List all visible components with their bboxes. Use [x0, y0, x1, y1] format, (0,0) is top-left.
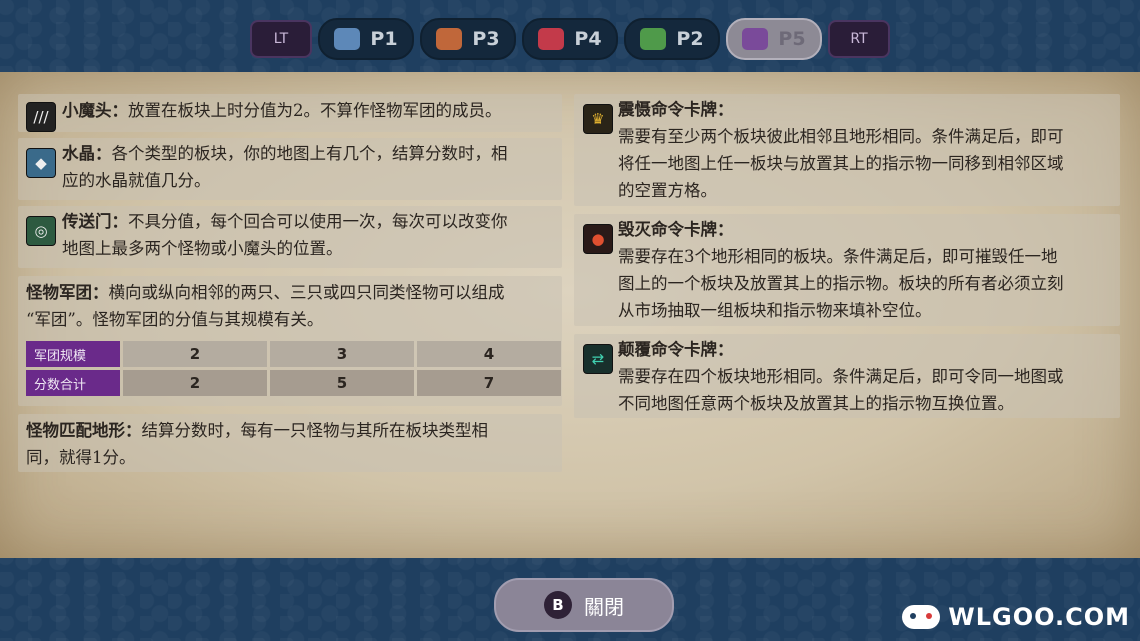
- imp-text: 放置在板块上时分值为2。不算作怪物军团的成员。: [128, 101, 502, 120]
- awe-line: 需要有至少两个板块彼此相邻且地形相同。条件满足后，即可: [618, 127, 1064, 146]
- terrain-text: 结算分数时，每有一只怪物与其所在板块类型相: [141, 421, 489, 440]
- gamepad-icon: [902, 605, 941, 629]
- close-button[interactable]: B 關閉: [494, 578, 674, 632]
- rt-button[interactable]: RT: [828, 20, 890, 58]
- imp-entry: 小魔头：放置在板块上时分值为2。不算作怪物军团的成员。: [62, 97, 502, 124]
- tab-label: P2: [676, 28, 704, 50]
- crystal-text2: 应的水晶就值几分。: [62, 171, 211, 190]
- crystal-text: 各个类型的板块，你的地图上有几个，结算分数时，相: [111, 144, 508, 163]
- site-watermark: WLGOO.COM: [902, 603, 1130, 631]
- lt-button[interactable]: LT: [250, 20, 312, 58]
- tab-p3[interactable]: P3: [420, 18, 516, 60]
- portal-icon: ◎: [26, 216, 56, 246]
- beast-icon: [436, 28, 463, 50]
- subvert-line: 不同地图任意两个板块及放置其上的指示物互换位置。: [618, 394, 1014, 413]
- tab-label: P1: [370, 28, 398, 50]
- imp-title: 小魔头：: [62, 101, 128, 120]
- tab-p5[interactable]: P5: [726, 18, 822, 60]
- awe-line: 将任一地图上任一板块与放置其上的指示物一同移到相邻区域: [618, 154, 1064, 173]
- goblin-icon: [640, 28, 667, 50]
- subvert-line: 需要存在四个板块地形相同。条件满足后，即可令同一地图或: [618, 367, 1064, 386]
- destroy-title: 毁灭命令卡牌：: [618, 220, 734, 239]
- bomb-icon: ●: [583, 224, 613, 254]
- legion-size-cell: 2: [123, 341, 267, 367]
- destroy-line: 需要存在3个地形相同的板块。条件满足后，即可摧毁任一地: [618, 247, 1058, 266]
- legion-size-row: 军团规模 2 3 4: [26, 341, 561, 367]
- portal-entry: 传送门：不具分值，每个回合可以使用一次，每次可以改变你 地图上最多两个怪物或小魔…: [62, 208, 562, 262]
- swap-icon: ⇄: [583, 344, 613, 374]
- player-tab-bar: LT P1 P3 P4 P2 P5 RT: [0, 18, 1140, 60]
- bat-icon: [742, 28, 769, 50]
- legion-score-header: 分数合计: [26, 370, 120, 396]
- tab-p4[interactable]: P4: [522, 18, 618, 60]
- tab-p2[interactable]: P2: [624, 18, 720, 60]
- legion-score-cell: 5: [270, 370, 414, 396]
- destroy-entry: 毁灭命令卡牌： 需要存在3个地形相同的板块。条件满足后，即可摧毁任一地 图上的一…: [618, 216, 1118, 324]
- legion-text2: “军团”。怪物军团的分值与其规模有关。: [26, 310, 324, 329]
- destroy-line: 图上的一个板块及放置其上的指示物。板块的所有者必须立刻: [618, 274, 1064, 293]
- pig-icon: [538, 28, 565, 50]
- legion-size-cell: 3: [270, 341, 414, 367]
- terrain-title: 怪物匹配地形：: [26, 421, 142, 440]
- tab-label: P4: [574, 28, 602, 50]
- close-label: 關閉: [584, 594, 624, 619]
- legion-size-header: 军团规模: [26, 341, 120, 367]
- horned-helmet-icon: ♛: [583, 104, 613, 134]
- crystal-entry: 水晶：各个类型的板块，你的地图上有几个，结算分数时，相 应的水晶就值几分。: [62, 140, 562, 194]
- crystal-title: 水晶：: [62, 144, 112, 163]
- awe-title: 震慑命令卡牌：: [618, 100, 734, 119]
- terrain-text2: 同，就得1分。: [26, 448, 136, 467]
- watermark-text: WLGOO.COM: [948, 603, 1130, 631]
- legion-text: 横向或纵向相邻的两只、三只或四只同类怪物可以组成: [108, 283, 505, 302]
- tab-label: P5: [778, 28, 806, 50]
- legion-score-cell: 7: [417, 370, 561, 396]
- imp-claw-icon: ///: [26, 102, 56, 132]
- subvert-title: 颠覆命令卡牌：: [618, 340, 734, 359]
- awe-entry: 震慑命令卡牌： 需要有至少两个板块彼此相邻且地形相同。条件满足后，即可 将任一地…: [618, 96, 1118, 204]
- tab-p1[interactable]: P1: [318, 18, 414, 60]
- portal-text2: 地图上最多两个怪物或小魔头的位置。: [62, 239, 343, 258]
- legion-score-cell: 2: [123, 370, 267, 396]
- legion-score-row: 分数合计 2 5 7: [26, 370, 561, 396]
- portal-text: 不具分值，每个回合可以使用一次，每次可以改变你: [128, 212, 508, 231]
- tab-label: P3: [472, 28, 500, 50]
- b-button-icon: B: [544, 591, 572, 619]
- legion-size-cell: 4: [417, 341, 561, 367]
- portal-title: 传送门：: [62, 212, 128, 231]
- terrain-entry: 怪物匹配地形：结算分数时，每有一只怪物与其所在板块类型相 同，就得1分。: [26, 417, 562, 471]
- legion-entry: 怪物军团：横向或纵向相邻的两只、三只或四只同类怪物可以组成 “军团”。怪物军团的…: [26, 279, 562, 333]
- awe-line: 的空置方格。: [618, 181, 717, 200]
- crown-icon: [334, 28, 361, 50]
- subvert-entry: 颠覆命令卡牌： 需要存在四个板块地形相同。条件满足后，即可令同一地图或 不同地图…: [618, 336, 1118, 417]
- legion-title: 怪物军团：: [26, 283, 109, 302]
- destroy-line: 从市场抽取一组板块和指示物来填补空位。: [618, 301, 932, 320]
- rules-parchment: /// 小魔头：放置在板块上时分值为2。不算作怪物军团的成员。 ◆ 水晶：各个类…: [0, 72, 1140, 558]
- crystal-icon: ◆: [26, 148, 56, 178]
